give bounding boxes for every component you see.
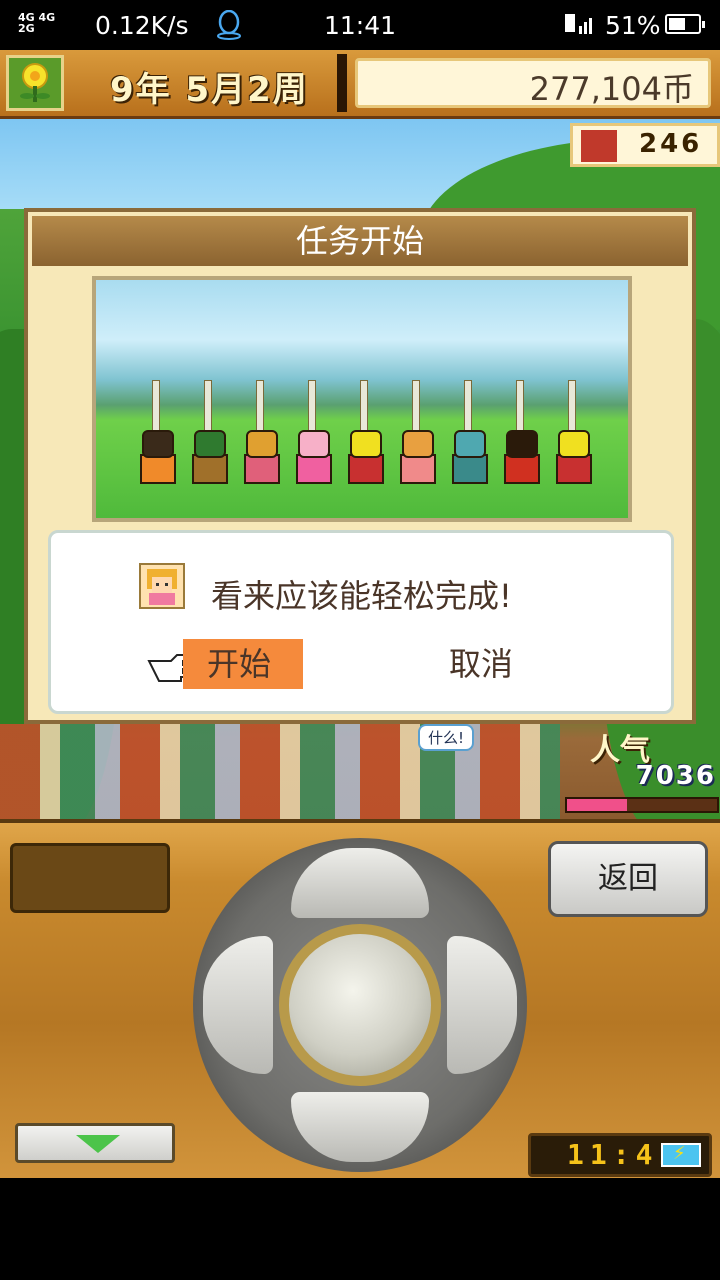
hero-body <box>296 454 332 484</box>
navigation-area <box>0 1178 720 1280</box>
hero-2 <box>186 380 230 490</box>
flower-icon[interactable] <box>6 55 64 111</box>
hero-9 <box>550 380 594 490</box>
hero-head <box>506 430 538 458</box>
population-value: 246 <box>639 129 703 159</box>
hero-head <box>298 430 330 458</box>
dialog-title: 任务开始 <box>32 216 688 266</box>
hero-body <box>504 454 540 484</box>
advisor-portrait <box>139 563 185 609</box>
quest-dialog: 任务开始 看来应该能轻松完成! 开始 取消 <box>24 208 696 724</box>
hero-head <box>454 430 486 458</box>
hero-6 <box>394 380 438 490</box>
popularity-meter: 人气 7036 <box>545 719 720 819</box>
status-bar: 4G 4G 2G 0.12K/s 11:41 51% <box>0 0 720 50</box>
hero-head <box>246 430 278 458</box>
population-display[interactable]: 246 <box>570 123 720 167</box>
hero-8 <box>498 380 542 490</box>
hero-body <box>244 454 280 484</box>
bar-divider <box>337 54 347 112</box>
hero-body <box>348 454 384 484</box>
dpad-right-button[interactable] <box>447 936 517 1074</box>
cancel-button[interactable]: 取消 <box>449 639 513 689</box>
popularity-value: 7036 <box>635 761 716 791</box>
house-icon <box>581 130 617 162</box>
game-date: 9年 5月2周 <box>110 70 309 110</box>
hero-7 <box>446 380 490 490</box>
hero-3 <box>238 380 282 490</box>
battery-icon <box>665 14 705 34</box>
message-box: 看来应该能轻松完成! 开始 取消 <box>48 530 674 714</box>
money-value: 277,104币 <box>529 70 694 108</box>
game-top-bar: 9年 5月2周 277,104币 <box>0 50 720 119</box>
hero-head <box>558 430 590 458</box>
hero-body <box>192 454 228 484</box>
money-display: 277,104币 <box>355 58 711 108</box>
menu-slot[interactable] <box>10 843 170 913</box>
start-button[interactable]: 开始 <box>183 639 303 689</box>
popularity-bar <box>565 797 719 813</box>
party-scene <box>92 276 632 522</box>
control-panel: 返回 11:41 <box>0 819 720 1182</box>
down-arrow-icon <box>76 1135 120 1153</box>
battery-percent: 51% <box>605 11 661 40</box>
party-lineup <box>134 380 594 490</box>
hero-head <box>402 430 434 458</box>
hero-body <box>400 454 436 484</box>
signal-icon <box>565 14 592 34</box>
town-buildings <box>0 724 560 819</box>
scroll-down-button[interactable] <box>15 1123 175 1163</box>
dpad-up-button[interactable] <box>291 848 429 918</box>
hero-5 <box>342 380 386 490</box>
dpad-center-button[interactable] <box>279 924 441 1086</box>
hero-head <box>350 430 382 458</box>
hero-4 <box>290 380 334 490</box>
speech-bubble: 什么! <box>418 724 475 751</box>
charging-icon <box>661 1143 701 1167</box>
game-clock: 11:41 <box>528 1133 712 1177</box>
hero-head <box>142 430 174 458</box>
hero-body <box>452 454 488 484</box>
dpad-down-button[interactable] <box>291 1092 429 1162</box>
back-button[interactable]: 返回 <box>548 841 708 917</box>
hero-head <box>194 430 226 458</box>
hero-body <box>556 454 592 484</box>
dpad-left-button[interactable] <box>203 936 273 1074</box>
dpad <box>193 838 527 1172</box>
hero-1 <box>134 380 178 490</box>
dialog-message: 看来应该能轻松完成! <box>211 577 512 615</box>
hero-body <box>140 454 176 484</box>
